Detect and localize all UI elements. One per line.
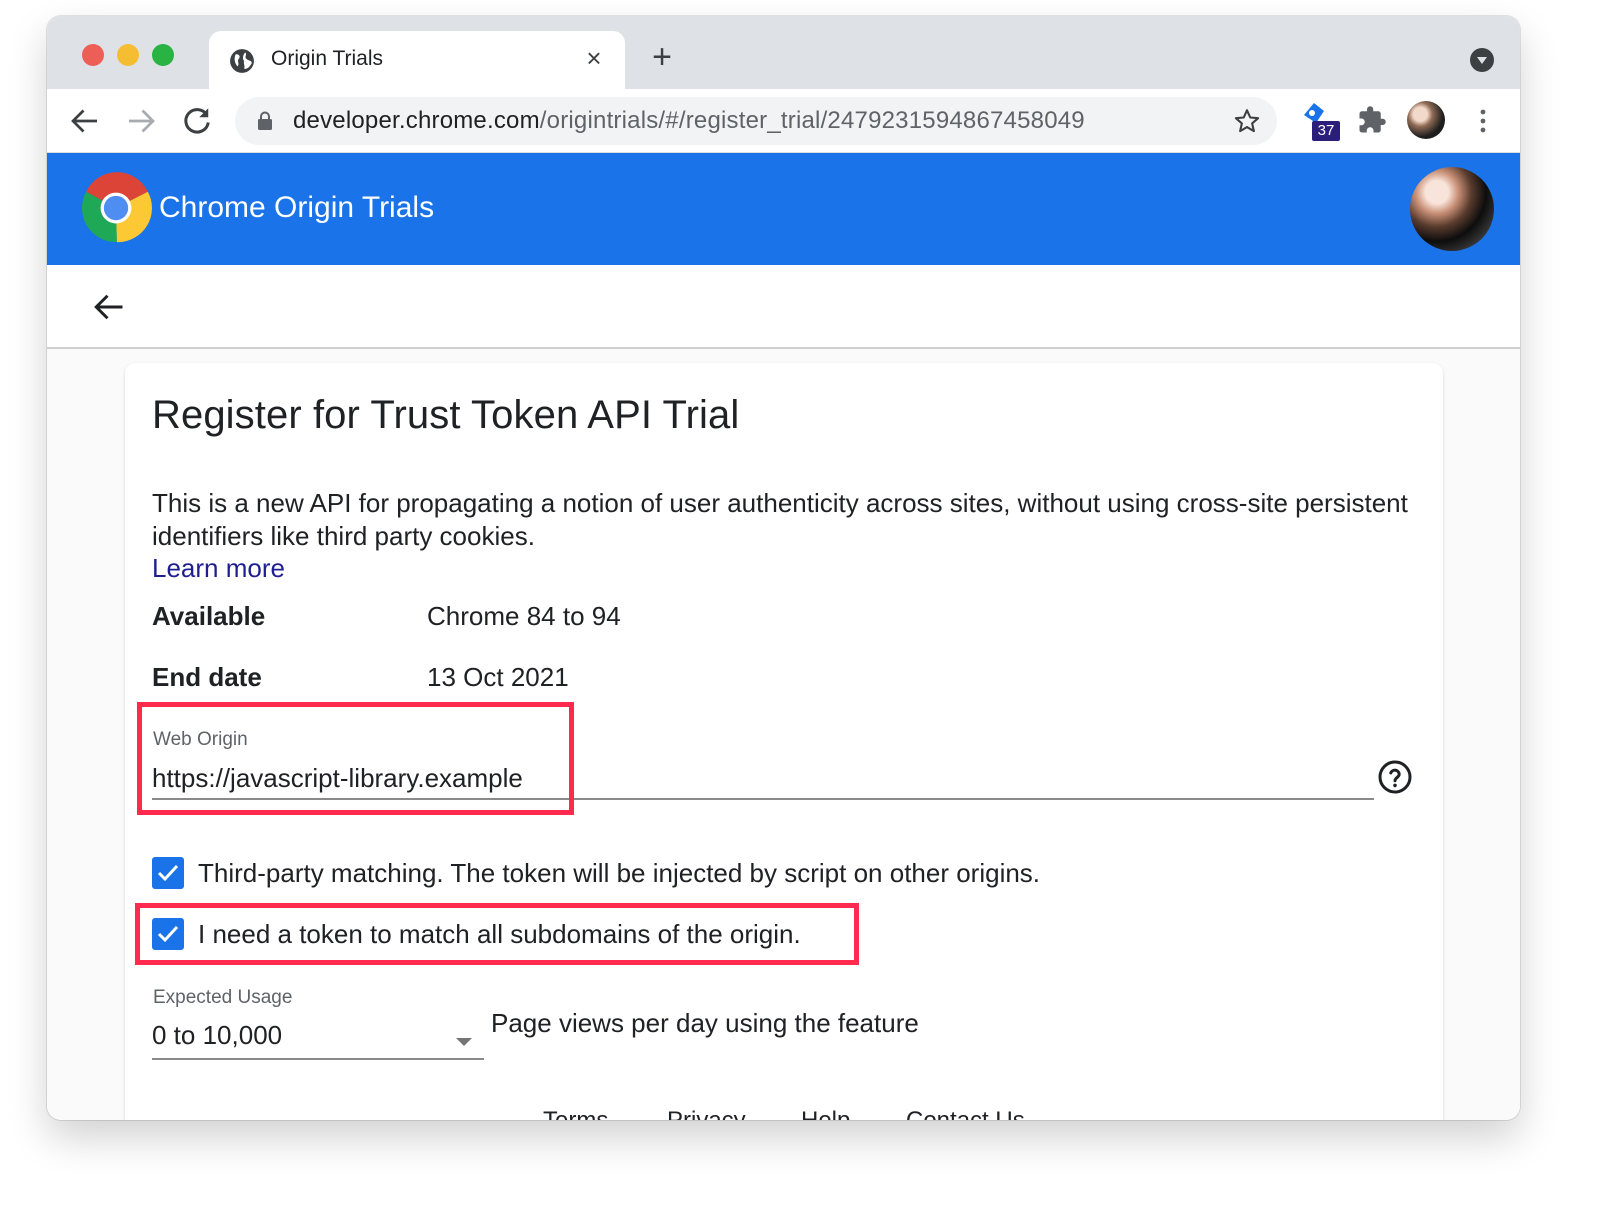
extension-badge: 37 [1312,121,1340,141]
back-arrow-icon[interactable] [91,289,127,325]
puzzle-icon[interactable] [1357,105,1387,135]
reload-icon[interactable] [179,103,215,139]
tab-strip: Origin Trials × + [47,16,1520,89]
url-host: developer.chrome.com [293,107,540,134]
globe-icon [230,49,254,73]
forward-arrow-icon[interactable] [123,103,159,139]
plus-icon[interactable]: + [647,40,677,74]
close-icon[interactable]: × [579,43,609,73]
end-date-value: 13 Oct 2021 [427,662,569,692]
tab-origin-trials[interactable]: Origin Trials × [209,31,625,89]
registration-card: Register for Trust Token API Trial This … [125,363,1443,1120]
available-label: Available [152,601,266,631]
window-minimize-button[interactable] [117,44,139,66]
tab-title: Origin Trials [271,47,384,70]
expected-usage-hint: Page views per day using the feature [491,1008,919,1038]
checkmark-icon [157,864,179,882]
available-value: Chrome 84 to 94 [427,601,621,631]
subdomain-highlight [135,903,859,965]
footer-link-terms[interactable]: Terms [543,1107,608,1120]
user-avatar[interactable] [1410,167,1494,251]
help-circle-icon[interactable] [1377,759,1413,795]
extension-tag-icon[interactable]: 37 [1302,101,1342,145]
browser-window: Origin Trials × + developer.chrome.com/o… [47,16,1520,1120]
footer-link-privacy[interactable]: Privacy [667,1107,746,1120]
site-header: Chrome Origin Trials [47,153,1520,265]
kebab-menu-icon[interactable] [1471,107,1495,135]
window-close-button[interactable] [82,44,104,66]
lock-icon[interactable] [257,111,273,131]
tab-search-icon[interactable] [1470,48,1494,72]
footer: Terms Privacy Help Contact Us [47,1107,1520,1120]
avatar[interactable] [1407,101,1445,139]
address-bar[interactable]: developer.chrome.com/origintrials/#/regi… [235,97,1277,145]
url-text[interactable]: developer.chrome.com/origintrials/#/regi… [293,107,1085,135]
page-content: Register for Trust Token API Trial This … [47,349,1520,1120]
window-zoom-button[interactable] [152,44,174,66]
web-origin-highlight [137,702,574,815]
expected-usage-select[interactable]: 0 to 10,000 [152,1018,484,1060]
star-icon[interactable] [1233,107,1261,135]
back-bar [47,265,1520,349]
footer-link-contact[interactable]: Contact Us [906,1107,1025,1120]
site-title: Chrome Origin Trials [159,191,435,224]
dropdown-arrow-icon [456,1038,472,1046]
expected-usage-value: 0 to 10,000 [152,1020,283,1050]
third-party-matching-label: Third-party matching. The token will be … [198,857,1041,888]
learn-more-link[interactable]: Learn more [152,553,285,584]
third-party-matching-checkbox[interactable] [152,857,184,889]
chrome-logo[interactable] [77,169,155,247]
trial-description: This is a new API for propagating a noti… [152,488,1408,551]
expected-usage-label: Expected Usage [153,987,293,1008]
back-arrow-icon[interactable] [67,103,103,139]
third-party-matching-row: Third-party matching. The token will be … [152,856,1040,890]
url-path: /origintrials/#/register_trial/247923159… [539,107,1085,134]
browser-toolbar: developer.chrome.com/origintrials/#/regi… [47,89,1520,153]
page-title: Register for Trust Token API Trial [152,393,740,437]
end-date-label: End date [152,662,262,692]
footer-link-help[interactable]: Help [801,1107,850,1120]
